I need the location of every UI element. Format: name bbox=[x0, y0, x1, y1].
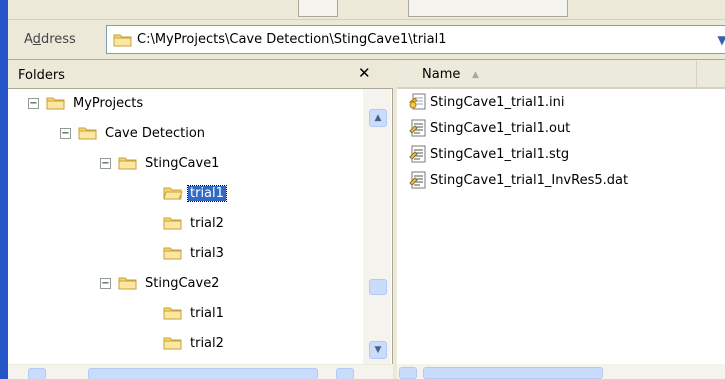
folder-icon bbox=[118, 157, 137, 170]
tree-node-trial3[interactable]: trial3 bbox=[163, 242, 226, 264]
tree-node-label: trial2 bbox=[190, 215, 224, 231]
folder-icon bbox=[113, 32, 133, 52]
toolbar-button[interactable] bbox=[408, 0, 568, 17]
folder-icon bbox=[78, 127, 97, 140]
tree-node-label: StingCave1 bbox=[145, 155, 220, 171]
ini-settings-icon bbox=[409, 93, 426, 110]
collapse-icon[interactable]: − bbox=[60, 127, 71, 139]
address-path: C:\MyProjects\Cave Detection\StingCave1\… bbox=[137, 32, 447, 47]
tree-node-stingcave2[interactable]: − StingCave2 bbox=[100, 272, 221, 294]
tree-node-stingcave2-trial2[interactable]: trial2 bbox=[163, 332, 226, 354]
tree-node-trial1[interactable]: trial1 bbox=[163, 182, 227, 204]
tree-node-cave-detection[interactable]: − Cave Detection bbox=[60, 122, 207, 144]
folders-pane: Folders ✕ − MyProjects − Cave Detection … bbox=[8, 61, 393, 379]
folder-icon bbox=[118, 277, 137, 290]
file-name: StingCave1_trial1.ini bbox=[430, 94, 565, 110]
text-document-icon bbox=[409, 145, 426, 163]
folders-header: Folders ✕ bbox=[8, 61, 393, 89]
tree-node-stingcave2-trial1[interactable]: trial1 bbox=[163, 302, 226, 324]
chevron-down-icon[interactable]: ▼ bbox=[712, 26, 725, 53]
scroll-left-icon[interactable] bbox=[28, 368, 46, 379]
tree-node-label-selected: trial1 bbox=[187, 184, 227, 202]
tree-node-stingcave1[interactable]: − StingCave1 bbox=[100, 152, 221, 174]
tree-node-label: trial2 bbox=[190, 335, 224, 351]
files-pane: Name ▲ StingCave1_trial1.ini StingCave1_… bbox=[397, 61, 725, 379]
horizontal-scrollbar[interactable] bbox=[397, 364, 725, 379]
tree-node-label: trial3 bbox=[190, 245, 224, 261]
file-row[interactable]: StingCave1_trial1_InvRes5.dat bbox=[409, 169, 628, 191]
file-row[interactable]: StingCave1_trial1.stg bbox=[409, 143, 569, 165]
address-input[interactable]: C:\MyProjects\Cave Detection\StingCave1\… bbox=[106, 25, 725, 54]
horizontal-scrollbar[interactable] bbox=[8, 364, 393, 379]
scroll-left-icon[interactable] bbox=[399, 367, 417, 379]
sort-ascending-icon: ▲ bbox=[472, 70, 479, 80]
address-bar: Address C:\MyProjects\Cave Detection\Sti… bbox=[8, 20, 725, 60]
tree-node-label: trial1 bbox=[190, 305, 224, 321]
window-frame-left bbox=[0, 0, 8, 379]
scrollbar-thumb[interactable] bbox=[369, 279, 387, 295]
collapse-icon[interactable]: − bbox=[28, 97, 39, 109]
tree-node-label: Cave Detection bbox=[105, 125, 206, 141]
tree-node-label: StingCave2 bbox=[145, 275, 220, 291]
scrollbar-thumb[interactable] bbox=[423, 367, 603, 379]
toolbar-strip bbox=[8, 0, 725, 20]
file-row[interactable]: StingCave1_trial1.ini bbox=[409, 91, 564, 113]
folder-icon bbox=[163, 337, 182, 350]
collapse-icon[interactable]: − bbox=[100, 157, 111, 169]
column-header-label: Name bbox=[422, 67, 461, 82]
folder-icon bbox=[163, 307, 182, 320]
collapse-icon[interactable]: − bbox=[100, 277, 111, 289]
toolbar-segment bbox=[298, 0, 338, 17]
file-name: StingCave1_trial1.out bbox=[430, 120, 571, 136]
file-name: StingCave1_trial1_InvRes5.dat bbox=[430, 172, 629, 188]
text-document-icon bbox=[409, 119, 426, 137]
vertical-scrollbar[interactable]: ▲ ▼ bbox=[363, 89, 391, 364]
tree-node-myprojects[interactable]: − MyProjects bbox=[28, 92, 145, 114]
scroll-down-icon[interactable]: ▼ bbox=[369, 341, 387, 359]
folder-tree: − MyProjects − Cave Detection − StingCav… bbox=[8, 89, 363, 364]
folders-title: Folders bbox=[18, 68, 65, 83]
name-column-header[interactable]: Name ▲ bbox=[397, 61, 697, 87]
folder-icon bbox=[163, 217, 182, 230]
open-folder-icon bbox=[163, 187, 183, 200]
scrollbar-thumb[interactable] bbox=[88, 368, 318, 379]
column-header: Name ▲ bbox=[397, 61, 725, 89]
address-label: Address bbox=[24, 32, 76, 47]
file-row[interactable]: StingCave1_trial1.out bbox=[409, 117, 570, 139]
tree-node-label: MyProjects bbox=[73, 95, 144, 111]
file-name: StingCave1_trial1.stg bbox=[430, 146, 570, 162]
tree-node-trial2[interactable]: trial2 bbox=[163, 212, 226, 234]
scroll-up-icon[interactable]: ▲ bbox=[369, 109, 387, 127]
folder-icon bbox=[46, 97, 65, 110]
text-document-icon bbox=[409, 171, 426, 189]
scroll-right-icon[interactable] bbox=[336, 368, 354, 379]
close-icon[interactable]: ✕ bbox=[358, 64, 371, 82]
folder-icon bbox=[163, 247, 182, 260]
